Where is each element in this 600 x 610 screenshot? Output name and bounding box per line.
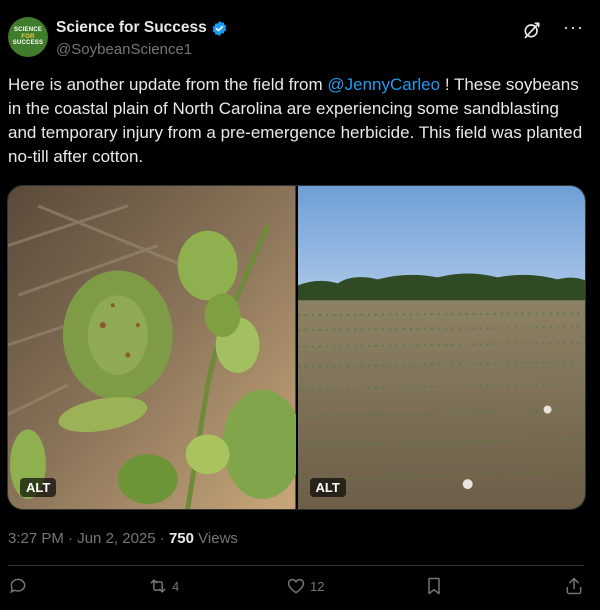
soybean-field-image bbox=[297, 186, 585, 509]
reply-icon bbox=[10, 578, 26, 594]
tweet-header: SCIENCE FOR SUCCESS Science for Success … bbox=[8, 17, 584, 61]
avatar-line-3: SUCCESS bbox=[12, 40, 44, 47]
tweet-date[interactable]: Jun 2, 2025 bbox=[77, 530, 155, 547]
handle[interactable]: @SoybeanScience1 bbox=[56, 41, 228, 58]
meta-separator: · bbox=[63, 530, 78, 547]
photo-soybean-closeup[interactable]: ALT bbox=[8, 186, 296, 509]
repost-button[interactable]: 4 bbox=[148, 576, 179, 596]
tweet-text: Here is another update from the field fr… bbox=[8, 73, 588, 169]
display-name[interactable]: Science for Success bbox=[56, 19, 207, 37]
repost-count: 4 bbox=[172, 578, 180, 594]
share-icon bbox=[566, 577, 582, 595]
views-count: 750 bbox=[168, 530, 194, 547]
bookmark-button[interactable] bbox=[424, 576, 444, 596]
views-label: Views bbox=[194, 530, 238, 547]
tweet-text-part1: Here is another update from the field fr… bbox=[8, 75, 328, 94]
more-options-icon[interactable]: ··· bbox=[563, 17, 584, 37]
author-names: Science for Success @SoybeanScience1 bbox=[56, 19, 228, 58]
tweet-meta: 3:27 PM · Jun 2, 2025 · 750 Views bbox=[8, 530, 238, 547]
avatar[interactable]: SCIENCE FOR SUCCESS bbox=[8, 17, 48, 57]
repost-icon bbox=[150, 579, 166, 593]
media-grid: ALT ALT bbox=[7, 185, 586, 510]
alt-badge[interactable]: ALT bbox=[309, 478, 346, 497]
like-button[interactable]: 12 bbox=[286, 576, 324, 596]
photo-soybean-field[interactable]: ALT bbox=[297, 186, 585, 509]
meta-separator: · bbox=[155, 530, 169, 547]
alt-badge[interactable]: ALT bbox=[20, 478, 57, 497]
bookmark-icon bbox=[428, 577, 440, 595]
action-bar: 4 12 bbox=[8, 576, 584, 604]
share-button[interactable] bbox=[564, 576, 584, 596]
display-name-row[interactable]: Science for Success bbox=[56, 19, 228, 37]
grok-icon[interactable] bbox=[522, 20, 542, 40]
like-icon bbox=[287, 578, 305, 594]
soybean-closeup-image bbox=[8, 186, 296, 509]
like-count: 12 bbox=[310, 578, 325, 594]
divider bbox=[8, 565, 584, 566]
verified-badge-icon bbox=[212, 20, 227, 36]
reply-button[interactable] bbox=[8, 576, 32, 596]
tweet-time[interactable]: 3:27 PM bbox=[8, 530, 64, 547]
mention-link[interactable]: @JennyCarleo bbox=[327, 75, 440, 94]
